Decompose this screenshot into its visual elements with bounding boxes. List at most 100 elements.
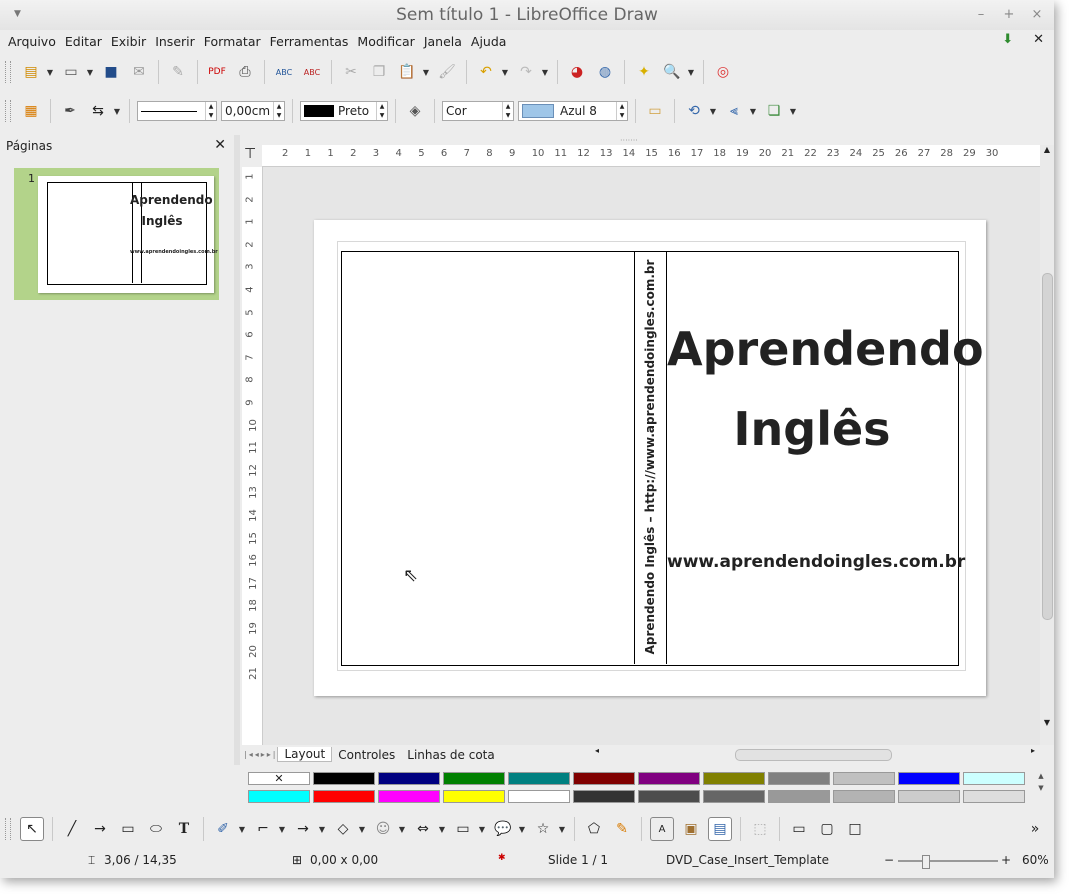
color-swatch[interactable] [768, 790, 830, 803]
cut-icon[interactable]: ✂ [340, 61, 362, 83]
insert-image-icon[interactable]: ▣ [680, 818, 702, 840]
cover-title-line2[interactable]: Inglês [667, 402, 957, 456]
color-swatch[interactable] [313, 772, 375, 785]
select-icon[interactable]: ↖ [20, 817, 44, 841]
horizontal-scroll-thumb[interactable] [735, 749, 892, 761]
redo-dropdown-icon[interactable]: ▼ [540, 68, 550, 77]
color-swatch[interactable] [833, 790, 895, 803]
toolbar-overflow-icon[interactable]: » [1024, 818, 1046, 840]
color-swatch[interactable] [768, 772, 830, 785]
minimize-icon[interactable]: – [974, 0, 988, 30]
dvd-cover-frame[interactable]: Aprendendo Inglês – http://www.aprendend… [341, 251, 984, 666]
scroll-up-icon[interactable]: ▲ [1040, 145, 1054, 154]
rotate-icon[interactable]: ⟲ [683, 100, 705, 122]
lines-arrows-icon[interactable]: → [292, 818, 314, 840]
menu-editar[interactable]: Editar [61, 34, 106, 49]
basic-shapes-icon[interactable]: ◇ [332, 818, 354, 840]
text-icon[interactable]: T [173, 818, 195, 840]
spellcheck-icon[interactable]: ABC [273, 61, 295, 83]
color-swatch[interactable] [313, 790, 375, 803]
cover-title-line1[interactable]: Aprendendo [667, 322, 984, 376]
menu-ferramentas[interactable]: Ferramentas [266, 34, 353, 49]
spin-control[interactable]: ▲ ▼ [205, 102, 216, 120]
arrow-line-icon[interactable]: → [89, 818, 111, 840]
symbol-shapes-icon[interactable]: ☺ [372, 818, 394, 840]
fontwork-icon[interactable]: A [650, 817, 674, 841]
flowchart-dropdown-icon[interactable]: ▼ [477, 825, 487, 834]
shadow-icon[interactable]: ▭ [644, 100, 666, 122]
paste-dropdown-icon[interactable]: ▼ [421, 68, 431, 77]
menu-janela[interactable]: Janela [420, 34, 466, 49]
color-swatch[interactable] [248, 790, 310, 803]
save-icon[interactable]: ■ [100, 61, 122, 83]
horizontal-scrollbar[interactable]: ◂ ▸ [595, 746, 1035, 761]
undo-icon[interactable]: ↶ [475, 61, 497, 83]
panel-close-icon[interactable]: ✕ [214, 137, 226, 153]
print-icon[interactable]: ⎙ [234, 61, 256, 83]
zoom-slider-knob[interactable] [922, 855, 930, 869]
undo-dropdown-icon[interactable]: ▼ [500, 68, 510, 77]
arrow-style-icon[interactable]: ⇆ [87, 100, 109, 122]
extrusion-icon[interactable]: ▤ [708, 817, 732, 841]
area-fill-icon[interactable]: ◈ [404, 100, 426, 122]
tab-controles[interactable]: Controles [332, 748, 401, 762]
open-dropdown-icon[interactable]: ▼ [85, 68, 95, 77]
toolbar-grip[interactable] [5, 61, 11, 83]
color-swatch[interactable] [508, 772, 570, 785]
palette-scroll[interactable]: ▲ ▼ [1034, 770, 1048, 806]
color-swatch[interactable] [508, 790, 570, 803]
fill-type-select[interactable]: Cor ▲ ▼ [442, 101, 514, 121]
clone-formatting-icon[interactable]: 🖌 [436, 61, 458, 83]
autospellcheck-icon[interactable]: ABC [301, 61, 323, 83]
top-splitter-grip[interactable]: ······· [620, 136, 638, 145]
open-folder-icon[interactable]: ▭ [60, 61, 82, 83]
basic-shapes-dropdown-icon[interactable]: ▼ [357, 825, 367, 834]
new-document-icon[interactable]: ▤ [20, 61, 42, 83]
toggle-extrusion-icon[interactable]: ⬚ [749, 818, 771, 840]
menu-inserir[interactable]: Inserir [151, 34, 199, 49]
color-swatch[interactable] [443, 772, 505, 785]
glue-icon[interactable]: ✎ [611, 818, 633, 840]
color-swatch[interactable] [703, 790, 765, 803]
shape-square-icon[interactable]: □ [844, 818, 866, 840]
ellipse-icon[interactable]: ⬭ [145, 818, 167, 840]
hyperlink-icon[interactable]: ◍ [594, 61, 616, 83]
connector-icon[interactable]: ⌐ [252, 818, 274, 840]
slide-thumbnail[interactable]: 1 Aprendendo Inglês www.aprendendoingles.… [14, 168, 219, 300]
color-swatch[interactable] [573, 772, 635, 785]
zoom-in-icon[interactable]: + [1001, 853, 1011, 867]
color-swatch[interactable]: ✕ [248, 772, 310, 785]
spin-control[interactable]: ▲ ▼ [616, 102, 627, 120]
color-swatch[interactable] [963, 790, 1025, 803]
menu-ajuda[interactable]: Ajuda [467, 34, 511, 49]
line-width-input[interactable]: 0,00cm ▲ ▼ [221, 101, 285, 121]
points-icon[interactable]: ⬠ [583, 818, 605, 840]
align-dropdown-icon[interactable]: ▼ [748, 107, 758, 116]
work-area[interactable]: Aprendendo Inglês – http://www.aprendend… [263, 167, 1040, 745]
paste-icon[interactable]: 📋 [396, 61, 418, 83]
menu-arquivo[interactable]: Arquivo [4, 34, 60, 49]
copy-icon[interactable]: ❐ [368, 61, 390, 83]
spin-control[interactable]: ▲ ▼ [376, 102, 387, 120]
color-swatch[interactable] [443, 790, 505, 803]
zoom-slider-track[interactable] [898, 860, 998, 862]
color-swatch[interactable] [638, 772, 700, 785]
horizontal-ruler[interactable]: 2 1 1 2 3 4 5 6 7 8 9 10 11 12 13 14 15 16 17 18 19 20 21 22 23 2… [262, 145, 1040, 167]
edit-file-icon[interactable]: ✎ [167, 61, 189, 83]
toolbar-grip[interactable] [5, 100, 11, 122]
glue-points-icon[interactable]: ✦ [633, 61, 655, 83]
tab-layout[interactable]: Layout [277, 747, 333, 762]
menu-formatar[interactable]: Formatar [200, 34, 265, 49]
rectangle-icon[interactable]: ▭ [117, 818, 139, 840]
block-arrows-icon[interactable]: ⇔ [412, 818, 434, 840]
color-swatch[interactable] [378, 790, 440, 803]
rotate-dropdown-icon[interactable]: ▼ [708, 107, 718, 116]
color-swatch[interactable] [638, 790, 700, 803]
color-swatch[interactable] [703, 772, 765, 785]
line-style-select[interactable]: ▲ ▼ [137, 101, 217, 121]
download-update-icon[interactable]: ⬇ [1002, 32, 1013, 47]
help-icon[interactable]: ◎ [712, 61, 734, 83]
export-pdf-icon[interactable]: PDF [206, 61, 228, 83]
scroll-down-icon[interactable]: ▼ [1040, 718, 1054, 727]
shape-rect-icon[interactable]: ▭ [788, 818, 810, 840]
